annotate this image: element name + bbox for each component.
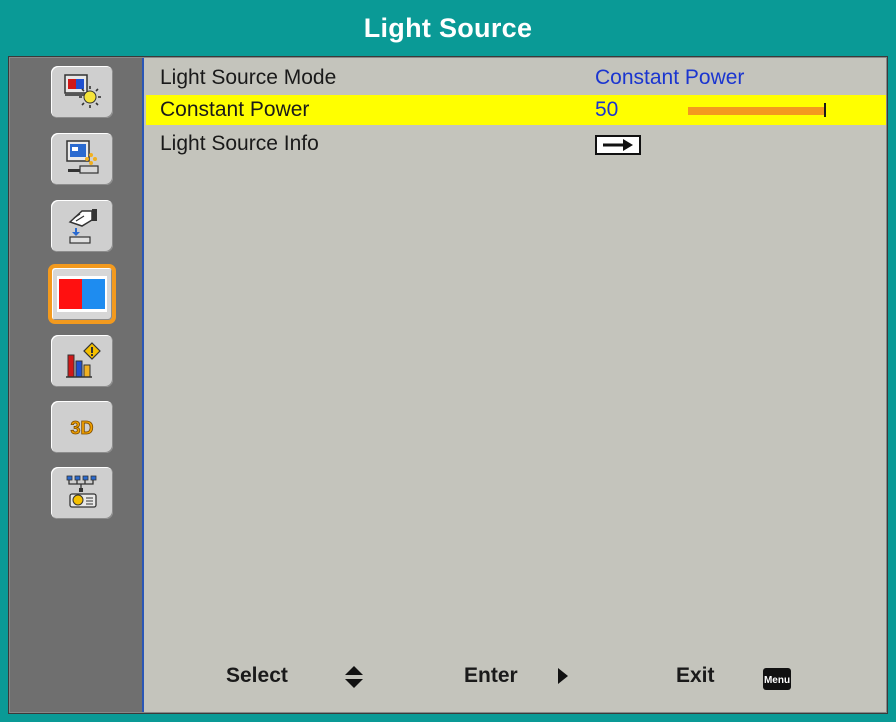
slider-fill [688,107,825,115]
constant-power-value: 50 [595,98,619,121]
menu-key-label: Menu [764,675,790,686]
network-projector-icon [66,475,97,508]
sidebar-item-setup[interactable] [51,200,113,252]
3d-icon: 3D [70,418,94,439]
right-arrow-icon [557,665,569,692]
exit-hint-label: Exit [676,664,715,687]
row-label: Light Source Mode [160,66,337,89]
sidebar-item-light-source[interactable] [48,264,116,324]
row-label: Light Source Info [160,132,319,155]
constant-power-slider[interactable] [688,103,826,117]
display-image-icon [64,74,101,108]
menu-row-constant-power[interactable]: Constant Power 50 [146,95,886,125]
3d-icon-label: 3D [70,418,93,438]
sidebar-item-network[interactable] [51,467,113,519]
menu-key-icon: Menu [763,668,791,695]
menu-row-light-source-info[interactable]: Light Source Info [146,129,886,159]
up-down-arrow-icon [344,665,364,694]
projector-display-icon [66,140,99,174]
hand-setup-icon [68,209,97,244]
menu-row-light-source-mode[interactable]: Light Source Mode Constant Power [146,63,886,93]
enter-hint-label: Enter [464,664,518,687]
info-chart-icon [66,342,101,378]
enter-arrow-icon[interactable] [595,135,641,160]
row-label: Constant Power [160,98,310,121]
select-hint-label: Select [226,664,288,687]
slider-end-marker [824,103,826,117]
sidebar-item-projector-display[interactable] [51,133,113,185]
title-bar: Light Source [0,0,896,56]
sidebar-item-display[interactable] [51,66,113,118]
page-title: Light Source [363,12,533,43]
footer-hints: Select Enter Exit Menu [146,660,886,696]
sidebar-item-information[interactable] [51,335,113,387]
sidebar-item-3d[interactable]: 3D [51,401,113,453]
osd-menu-window: Light Source 3D Light Source Mode Consta… [0,0,896,722]
light-source-icon [57,276,107,312]
light-source-mode-value[interactable]: Constant Power [595,66,744,90]
